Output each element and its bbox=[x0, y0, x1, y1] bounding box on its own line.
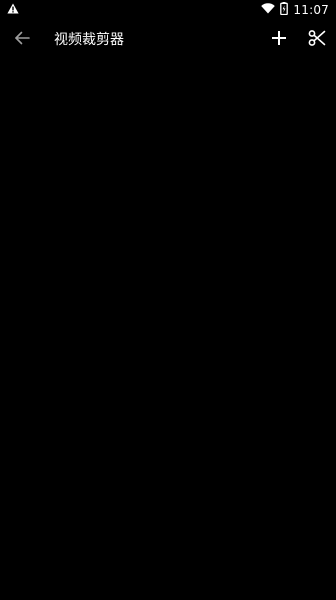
back-button[interactable] bbox=[8, 26, 36, 54]
status-time: 11:07 bbox=[293, 3, 329, 17]
page-title: 视频裁剪器 bbox=[54, 32, 124, 48]
status-right: 11:07 bbox=[256, 2, 329, 18]
wifi-icon bbox=[261, 3, 276, 17]
scissors-icon bbox=[308, 29, 326, 51]
battery-icon bbox=[280, 2, 289, 18]
video-preview-area bbox=[0, 60, 336, 600]
app-bar: 视频裁剪器 bbox=[0, 20, 336, 60]
plus-icon bbox=[271, 30, 287, 50]
screen: 11:07 视频裁剪器 bbox=[0, 0, 336, 600]
add-button[interactable] bbox=[265, 26, 293, 54]
arrow-back-icon bbox=[14, 30, 30, 50]
warning-icon bbox=[7, 3, 19, 17]
status-bar: 11:07 bbox=[0, 0, 336, 20]
cut-button[interactable] bbox=[303, 26, 331, 54]
status-left bbox=[7, 3, 19, 17]
